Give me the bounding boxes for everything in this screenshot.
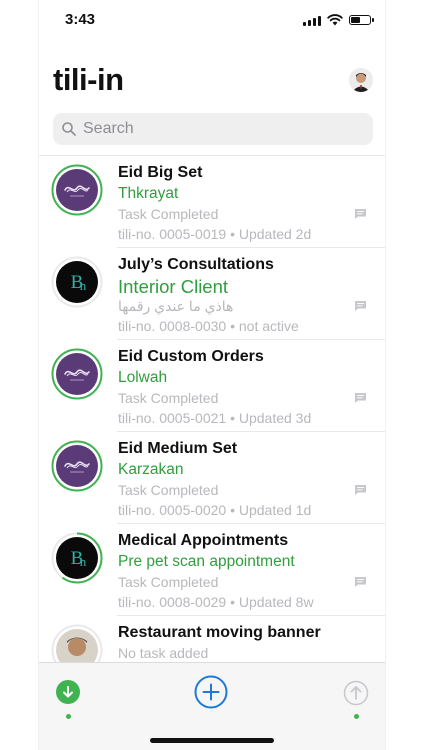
item-status: Task Completed <box>118 390 219 406</box>
item-subtitle: Thkrayat <box>118 185 179 202</box>
bn-logo-icon: Bn <box>71 272 87 293</box>
item-subtitle: Interior Client <box>118 276 229 297</box>
add-circle-icon[interactable] <box>194 675 228 709</box>
item-status: هاذي ما عندي رقمها <box>118 298 234 314</box>
brand-logo-icon <box>64 461 90 473</box>
active-indicator-dot <box>65 714 71 719</box>
list-item[interactable]: Eid Custom Orders Lolwah Task Completed til… <box>39 340 385 432</box>
svg-text:n: n <box>80 554 87 569</box>
status-bar: 3:43 <box>39 0 385 40</box>
page-title: tili-in <box>53 62 124 97</box>
avatar-image <box>56 169 98 211</box>
task-list: Eid Big Set Thkrayat Task Completed tili-no… <box>39 156 385 708</box>
active-indicator-dot <box>353 714 359 719</box>
app-screen: 3:43 tili-in Eid Bi <box>38 0 386 750</box>
avatar-image: Bn <box>56 537 98 579</box>
avatar: Bn <box>51 532 103 584</box>
item-title: Eid Custom Orders <box>118 348 264 365</box>
person-icon <box>349 68 373 92</box>
item-title: Eid Medium Set <box>118 440 238 457</box>
item-status: Task Completed <box>118 482 219 498</box>
status-icons <box>303 14 374 26</box>
avatar-image <box>56 445 98 487</box>
avatar <box>51 164 103 216</box>
item-meta: tili-no. 0005-0020 • Updated 1d <box>118 502 312 518</box>
item-title: July’s Consultations <box>118 256 274 273</box>
item-meta: tili-no. 0005-0021 • Updated 3d <box>118 410 312 426</box>
list-item[interactable]: Eid Medium Set Karzakan Task Completed tili… <box>39 432 385 524</box>
list-item[interactable]: Bn July’s Consultations Interior Client هاذ… <box>39 248 385 340</box>
chat-icon[interactable] <box>354 300 367 312</box>
profile-avatar[interactable] <box>349 68 373 92</box>
chat-icon[interactable] <box>354 208 367 220</box>
item-subtitle: Pre pet scan appointment <box>118 553 295 570</box>
avatar <box>51 440 103 492</box>
download-arrow-icon <box>63 686 73 698</box>
home-indicator <box>150 738 274 743</box>
search-icon <box>62 122 76 136</box>
item-status: No task added <box>118 645 209 661</box>
avatar <box>51 348 103 400</box>
upload-arrow-icon[interactable] <box>343 680 369 706</box>
list-item[interactable]: Eid Big Set Thkrayat Task Completed tili-no… <box>39 156 385 248</box>
chat-icon[interactable] <box>354 484 367 496</box>
item-title: Medical Appointments <box>118 532 289 549</box>
item-meta: tili-no. 0008-0029 • Updated 8w <box>118 594 314 610</box>
search-input[interactable] <box>81 119 355 139</box>
item-subtitle: Karzakan <box>118 461 184 478</box>
svg-text:n: n <box>80 278 87 293</box>
brand-logo-icon <box>64 369 90 381</box>
brand-logo-icon <box>64 185 90 197</box>
item-subtitle: Lolwah <box>118 369 168 386</box>
item-meta: tili-no. 0005-0019 • Updated 2d <box>118 226 312 242</box>
search-bar[interactable] <box>53 113 373 145</box>
avatar-image <box>56 353 98 395</box>
wifi-icon <box>327 14 343 26</box>
bottom-toolbar <box>39 662 385 750</box>
item-meta: tili-no. 0008-0030 • not active <box>118 318 299 334</box>
item-title: Eid Big Set <box>118 164 203 181</box>
item-status: Task Completed <box>118 206 219 222</box>
bn-logo-icon: Bn <box>71 548 87 569</box>
item-title: Restaurant moving banner <box>118 624 321 641</box>
download-button[interactable] <box>56 680 80 704</box>
avatar-image: Bn <box>56 261 98 303</box>
list-item[interactable]: Bn Medical Appointments Pre pet scan appoi… <box>39 524 385 616</box>
item-status: Task Completed <box>118 574 219 590</box>
battery-icon <box>349 15 374 25</box>
status-time: 3:43 <box>65 11 96 28</box>
chat-icon[interactable] <box>354 576 367 588</box>
chat-icon[interactable] <box>354 392 367 404</box>
signal-icon <box>303 15 321 26</box>
avatar: Bn <box>51 256 103 308</box>
